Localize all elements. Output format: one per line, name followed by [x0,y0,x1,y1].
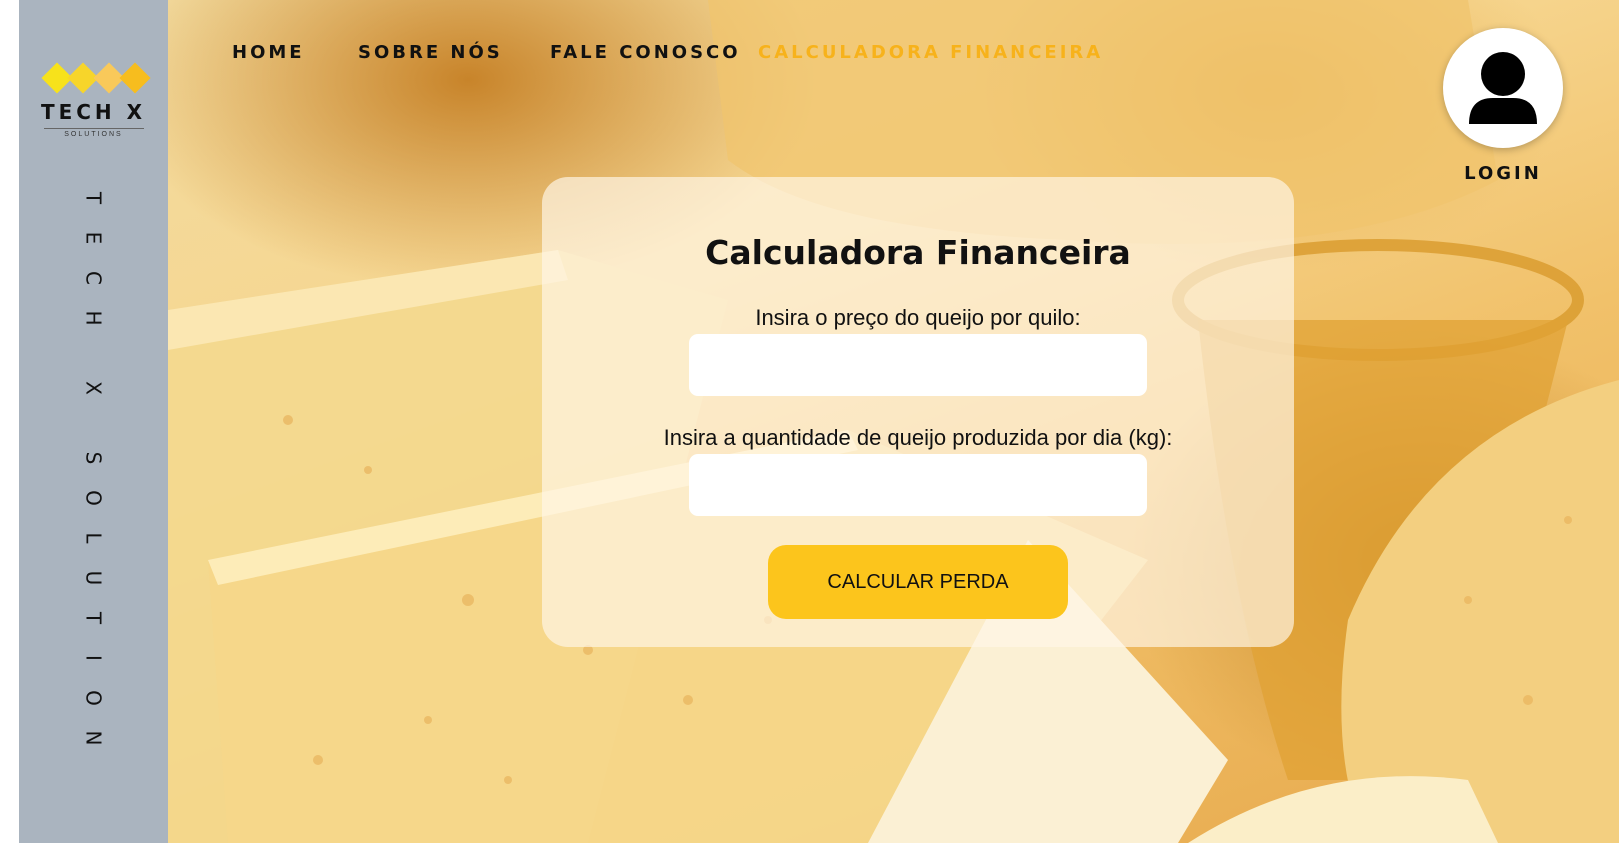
nav-contact[interactable]: FALE CONOSCO [550,42,741,63]
vertical-brand-text: T E C H X S O L U T I O N [19,178,168,758]
login-link[interactable]: LOGIN [1443,163,1563,184]
nav-home[interactable]: HOME [232,42,305,63]
nav-about[interactable]: SOBRE NÓS [358,42,503,63]
calculator-card: Calculadora Financeira Insira o preço do… [542,177,1294,647]
brand-name: TECH X [40,100,147,124]
quantity-input[interactable] [689,454,1147,516]
nav-financial-calculator[interactable]: CALCULADORA FINANCEIRA [758,42,1103,63]
price-label: Insira o preço do queijo por quilo: [755,305,1081,330]
calculate-loss-button[interactable]: CALCULAR PERDA [768,545,1068,619]
logo-diamonds-icon [40,62,151,96]
price-input[interactable] [689,334,1147,396]
login-avatar[interactable] [1443,28,1563,148]
quantity-label: Insira a quantidade de queijo produzida … [663,425,1173,450]
user-icon [1469,52,1537,124]
calculator-title: Calculadora Financeira [705,233,1131,272]
sidebar: TECH X SOLUTIONS T E C H X S O L U T I O… [19,0,168,843]
vertical-letter: N [81,730,106,746]
